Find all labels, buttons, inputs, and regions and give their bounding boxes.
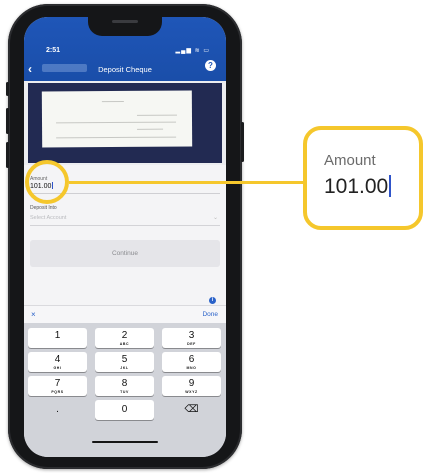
info-icon[interactable]: i xyxy=(209,297,216,304)
deposit-into-label: Deposit Into xyxy=(30,205,57,211)
cheque-image xyxy=(41,90,193,148)
key-9[interactable]: 9 WXYZ xyxy=(162,376,221,396)
status-icons: ▂▄▆ ≋ ▭ xyxy=(175,48,210,54)
cheque-line xyxy=(56,121,177,124)
select-underline xyxy=(30,225,220,226)
key-3[interactable]: 3 DEF xyxy=(162,328,221,348)
key-0[interactable]: 0 xyxy=(95,400,154,420)
key-decimal[interactable]: . xyxy=(28,400,87,420)
done-button[interactable]: Done xyxy=(202,311,218,318)
numeric-keypad: 1 2 ABC 3 DEF 4 GHI 5 JKL 6 MNO 7 PQRS 8 TUV 9W… xyxy=(24,323,226,457)
key-6[interactable]: 6 MNO xyxy=(162,352,221,372)
status-time: 2:51 xyxy=(46,47,61,54)
key-7[interactable]: 7 PQRS xyxy=(28,376,87,396)
page-title: Deposit Cheque xyxy=(98,65,152,74)
text-caret xyxy=(389,175,392,197)
cheque-line xyxy=(56,136,177,139)
cheque-line xyxy=(137,128,164,130)
key-2[interactable]: 2 ABC xyxy=(95,328,154,348)
key-5[interactable]: 5 JKL xyxy=(95,352,154,372)
cheque-line xyxy=(136,114,177,116)
key-8[interactable]: 8 TUV xyxy=(95,376,154,396)
callout-connector xyxy=(69,181,303,184)
callout-amount-label: Amount xyxy=(324,152,376,169)
callout-amount-value: 101.00 xyxy=(324,175,392,199)
chevron-down-icon[interactable]: ⌄ xyxy=(213,214,218,221)
phone-speaker xyxy=(112,20,138,23)
keyboard-toolbar: × Done xyxy=(24,305,226,324)
close-icon[interactable]: × xyxy=(31,310,36,319)
key-4[interactable]: 4 GHI xyxy=(28,352,87,372)
volume-down-button xyxy=(6,142,9,168)
backspace-icon[interactable]: ⌫ xyxy=(162,400,221,420)
select-account-dropdown[interactable]: Select Account xyxy=(30,215,66,221)
cheque-line xyxy=(101,100,124,103)
callout-value-text: 101.00 xyxy=(324,175,389,198)
key-1[interactable]: 1 xyxy=(28,328,87,348)
highlight-circle xyxy=(25,160,69,204)
phone-screen: 2:51 ▂▄▆ ≋ ▭ ‹ Deposit Cheque ? Amount 1… xyxy=(24,17,226,457)
mute-switch xyxy=(6,82,9,96)
volume-up-button xyxy=(6,108,9,134)
continue-button[interactable]: Continue xyxy=(30,240,220,267)
home-indicator xyxy=(92,441,158,443)
amount-callout: Amount 101.00 xyxy=(303,126,423,230)
help-chat-icon[interactable]: ? xyxy=(205,60,216,71)
cheque-preview[interactable] xyxy=(28,83,222,163)
power-button xyxy=(241,122,244,162)
